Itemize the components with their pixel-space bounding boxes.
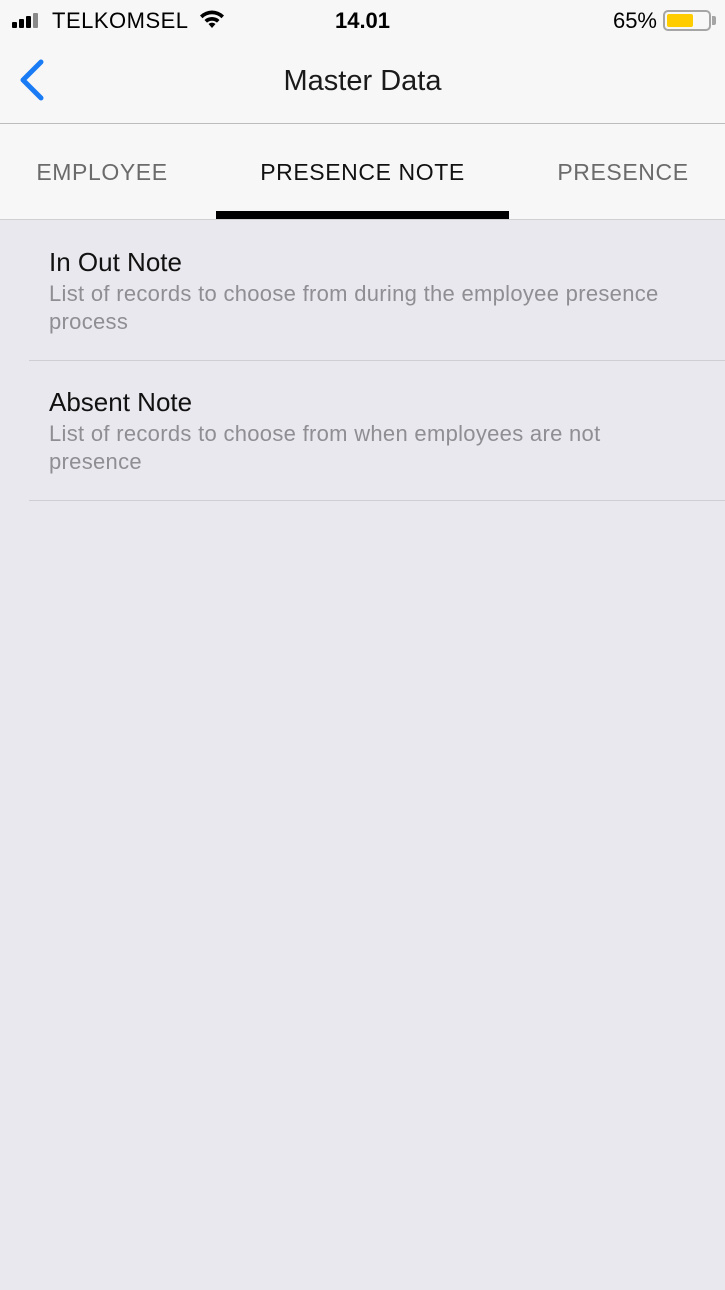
divider xyxy=(29,500,725,501)
list-item-absent-note[interactable]: Absent Note List of records to choose fr… xyxy=(0,361,725,501)
chevron-left-icon xyxy=(20,59,44,101)
back-button[interactable] xyxy=(14,58,54,102)
battery-cap xyxy=(712,16,716,25)
tab-employee[interactable]: EMPLOYEE xyxy=(0,124,204,220)
list-item-description: List of records to choose from when empl… xyxy=(49,421,601,474)
navigation-bar: Master Data xyxy=(0,40,725,124)
list-item-in-out-note[interactable]: In Out Note List of records to choose fr… xyxy=(0,221,725,361)
status-bar: TELKOMSEL 14.01 65% xyxy=(0,0,725,40)
tab-presence[interactable]: PRESENCE xyxy=(521,124,725,220)
battery-icon xyxy=(663,10,711,31)
list-item-description: List of records to choose from during th… xyxy=(49,281,659,334)
signal-bars-icon xyxy=(12,12,44,28)
page-title: Master Data xyxy=(283,65,442,97)
carrier-name: TELKOMSEL xyxy=(52,8,189,33)
tab-bar: EMPLOYEE PRESENCE NOTE PRESENCE xyxy=(0,124,725,220)
list-item-title: Absent Note xyxy=(49,387,193,417)
battery-level-fill xyxy=(667,14,693,27)
tab-presence-note[interactable]: PRESENCE NOTE xyxy=(216,124,509,220)
battery-percent: 65% xyxy=(612,8,657,33)
active-tab-indicator xyxy=(216,211,509,219)
master-data-list: In Out Note List of records to choose fr… xyxy=(0,221,725,501)
wifi-icon xyxy=(200,10,224,28)
list-item-title: In Out Note xyxy=(49,247,182,277)
